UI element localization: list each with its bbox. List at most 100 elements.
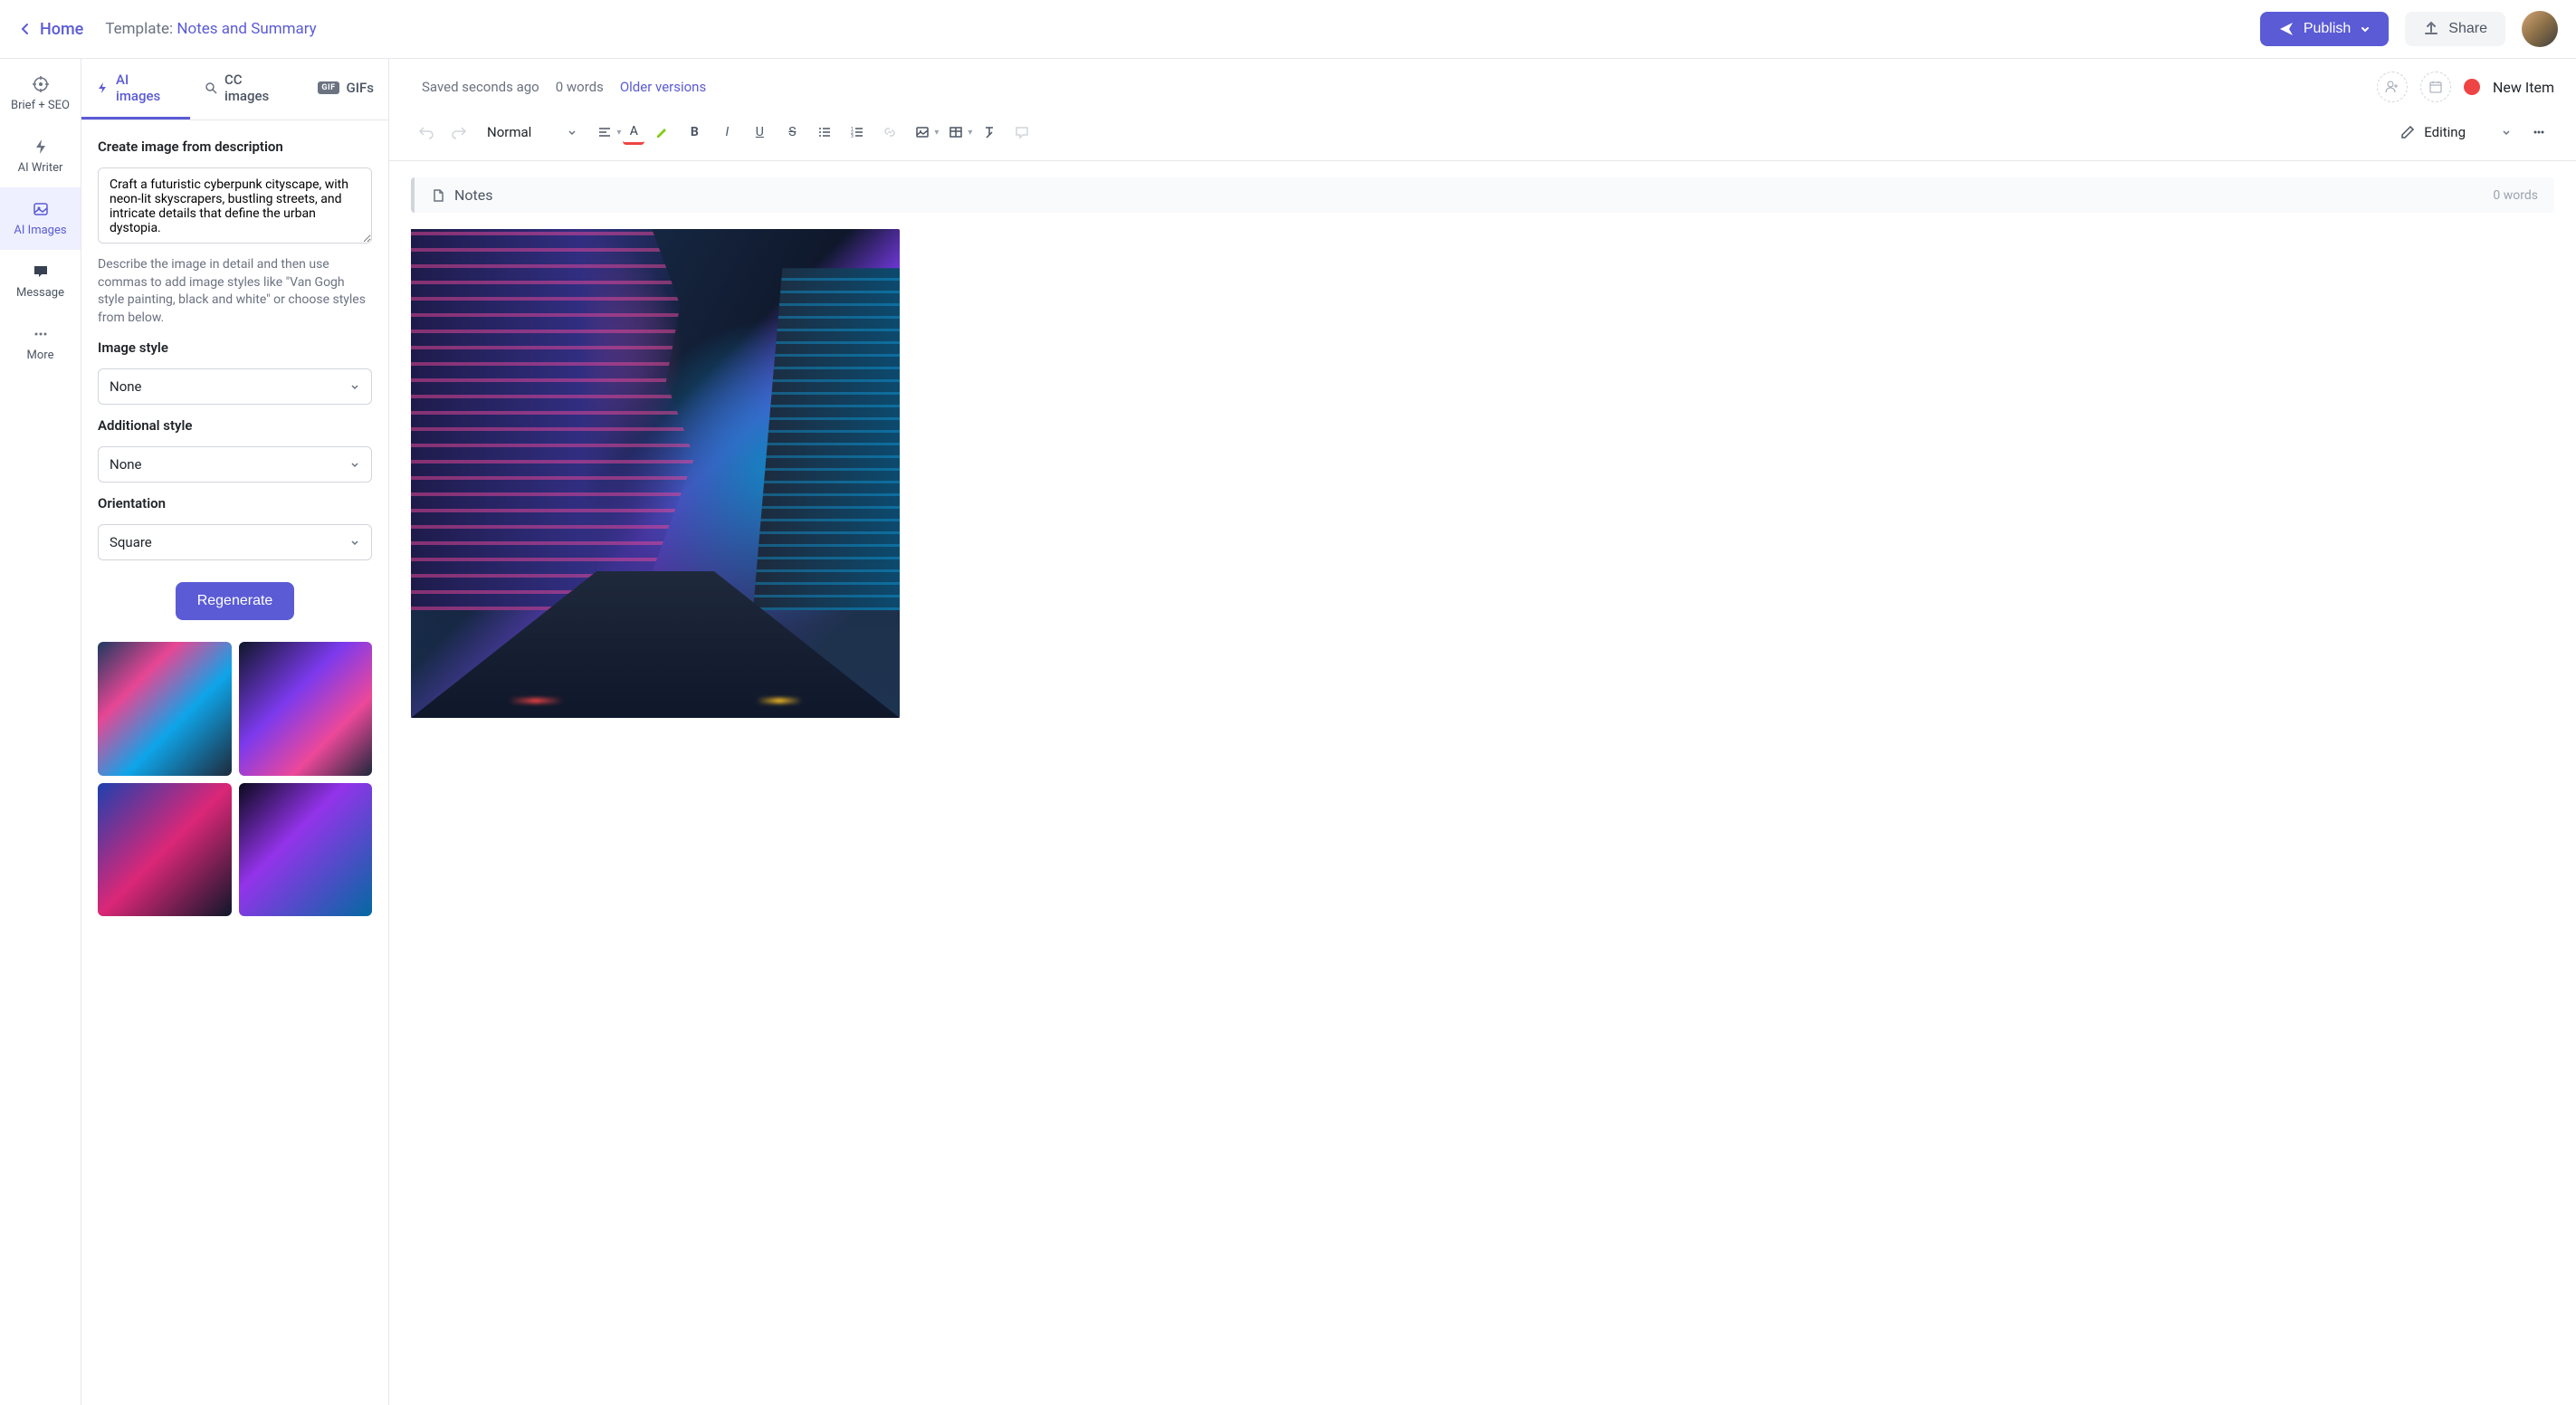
tab-cc-images[interactable]: CC images [190,59,303,119]
chevron-left-icon [18,22,33,36]
thumbnail-4[interactable] [239,783,373,917]
rail-item-ai-images[interactable]: AI Images [0,187,81,250]
italic-button[interactable]: I [711,117,742,148]
orientation-value: Square [110,534,152,550]
home-link[interactable]: Home [18,20,83,39]
chevron-down-icon[interactable]: ▾ [616,128,621,138]
publish-label: Publish [2304,21,2351,37]
pencil-icon [2400,125,2415,139]
redo-icon [451,124,467,140]
bolt-icon [32,138,50,156]
gif-badge-icon: GIF [318,81,339,94]
paragraph-style-select[interactable]: Normal [476,119,587,146]
chevron-down-icon[interactable]: ▾ [968,128,972,138]
bullet-list-icon [817,125,832,139]
highlight-button[interactable] [646,117,677,148]
user-avatar[interactable] [2522,11,2558,47]
editing-mode-select[interactable]: Editing [2390,119,2522,146]
thumbnail-3[interactable] [98,783,232,917]
upload-icon [2423,21,2439,37]
align-left-icon [597,125,612,139]
clear-format-icon [982,125,997,139]
chevron-down-icon[interactable]: ▾ [934,128,939,138]
underline-icon: U [756,125,764,139]
link-button[interactable] [874,117,905,148]
share-button[interactable]: Share [2405,12,2505,46]
italic-icon: I [725,125,729,139]
paragraph-style-value: Normal [487,124,531,140]
rail-label: More [27,349,54,362]
add-collaborator-button[interactable] [2377,72,2408,102]
align-button[interactable] [589,117,620,148]
strikethrough-icon: S [788,125,796,139]
tab-label: AI images [116,72,176,104]
chevron-down-icon [568,128,577,137]
tab-ai-images[interactable]: AI images [81,59,190,119]
link-icon [883,125,897,139]
template-breadcrumb: Template: Notes and Summary [105,20,316,38]
rail-item-more[interactable]: More [0,312,81,375]
rail-item-ai-writer[interactable]: AI Writer [0,125,81,187]
more-toolbar-button[interactable] [2524,117,2554,148]
comment-icon [1015,125,1029,139]
image-style-select[interactable]: None [98,368,372,405]
thumbnail-2[interactable] [239,642,373,776]
insert-table-button[interactable] [940,117,971,148]
left-rail: Brief + SEO AI Writer AI Images Message … [0,59,81,1405]
chevron-down-icon [349,459,360,470]
editor-meta-bar: Saved seconds ago 0 words Older versions… [389,59,2576,110]
regenerate-button[interactable]: Regenerate [176,582,295,620]
inserted-image[interactable] [411,229,900,718]
ai-images-panel: AI images CC images GIF GIFs Create imag… [81,59,389,1405]
person-plus-icon [2385,80,2399,94]
font-color-button[interactable]: A [623,119,644,145]
share-label: Share [2448,21,2487,37]
image-description-input[interactable] [98,167,372,244]
additional-style-label: Additional style [98,417,372,434]
rail-item-message[interactable]: Message [0,250,81,312]
clear-format-button[interactable] [974,117,1005,148]
orientation-select[interactable]: Square [98,524,372,560]
undo-button[interactable] [411,117,442,148]
bold-button[interactable]: B [679,117,710,148]
thumbnail-1[interactable] [98,642,232,776]
calendar-icon [2428,80,2443,94]
tab-label: GIFs [347,80,374,96]
strikethrough-button[interactable]: S [777,117,807,148]
notes-word-count: 0 words [2493,188,2538,203]
comment-button[interactable] [1007,117,1037,148]
insert-image-button[interactable] [907,117,938,148]
collapse-panel-button[interactable] [388,62,389,110]
underline-button[interactable]: U [744,117,775,148]
rail-label: AI Writer [18,161,63,175]
home-label: Home [40,20,83,39]
tab-gifs[interactable]: GIF GIFs [303,59,388,119]
table-icon [949,125,963,139]
create-image-label: Create image from description [98,139,372,155]
editor-toolbar: Normal ▾ A [389,110,2576,161]
chat-icon [32,263,50,281]
rail-item-brief-seo[interactable]: Brief + SEO [0,62,81,125]
tab-label: CC images [224,72,289,104]
bolt-icon [96,81,109,94]
bullet-list-button[interactable] [809,117,840,148]
rail-label: Message [16,286,64,300]
additional-style-select[interactable]: None [98,446,372,483]
numbered-list-button[interactable]: 123 [842,117,873,148]
undo-icon [418,124,434,140]
redo-button[interactable] [444,117,474,148]
template-link[interactable]: Notes and Summary [177,20,316,38]
chevron-down-icon [349,537,360,548]
description-help-text: Describe the image in detail and then us… [98,256,372,327]
image-icon [915,125,930,139]
header-right: Publish Share [2260,11,2558,47]
publish-button[interactable]: Publish [2260,12,2389,46]
rail-label: AI Images [14,224,66,237]
chevron-down-icon [2360,24,2371,34]
orientation-label: Orientation [98,495,372,511]
editor-body[interactable]: Notes 0 words [389,161,2576,1405]
editor-main: Saved seconds ago 0 words Older versions… [389,59,2576,1405]
schedule-button[interactable] [2420,72,2451,102]
older-versions-link[interactable]: Older versions [620,79,706,95]
status-label[interactable]: New Item [2493,79,2554,96]
